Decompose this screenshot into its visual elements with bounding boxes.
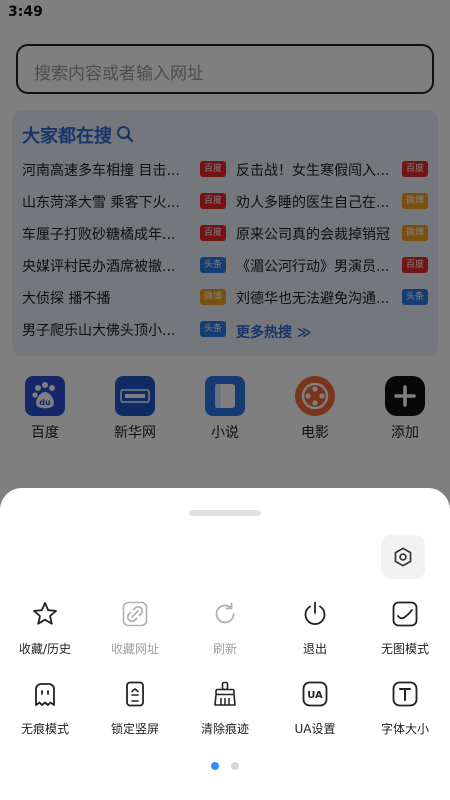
menu-label: UA设置 — [294, 722, 336, 736]
drag-handle[interactable] — [189, 510, 261, 516]
menu-bookmarks-history[interactable]: 收藏/历史 — [0, 600, 90, 662]
menu-ua-settings[interactable]: UA UA设置 — [270, 680, 360, 742]
menu-exit[interactable]: 退出 — [270, 600, 360, 662]
menu-incognito-mode[interactable]: 无痕模式 — [0, 680, 90, 742]
page-indicator-inactive[interactable] — [231, 762, 239, 770]
menu-label: 锁定竖屏 — [110, 722, 159, 736]
svg-text:UA: UA — [307, 690, 323, 701]
settings-button[interactable] — [381, 535, 425, 579]
broom-icon — [214, 681, 236, 706]
menu-clear-traces[interactable]: 清除痕迹 — [180, 680, 270, 742]
menu-label: 收藏/历史 — [18, 642, 72, 656]
power-icon — [304, 601, 326, 625]
menu-label: 收藏网址 — [110, 642, 159, 656]
menu-label: 退出 — [302, 642, 327, 656]
menu-font-size[interactable]: 字体大小 — [360, 680, 450, 742]
refresh-icon — [215, 602, 235, 624]
font-size-icon — [392, 681, 418, 707]
star-icon — [33, 602, 57, 625]
menu-label: 刷新 — [212, 642, 237, 656]
menu-label: 无图模式 — [380, 642, 429, 656]
link-icon — [122, 601, 148, 627]
menu-refresh[interactable]: 刷新 — [180, 600, 270, 662]
menu-no-image-mode[interactable]: 无图模式 — [360, 600, 450, 662]
ua-icon: UA — [302, 681, 328, 707]
menu-bookmark-url[interactable]: 收藏网址 — [90, 600, 180, 662]
page-indicator-active[interactable] — [211, 762, 219, 770]
menu-label: 字体大小 — [380, 722, 429, 736]
menu-label: 清除痕迹 — [200, 722, 249, 736]
bottom-sheet-menu: 收藏/历史 收藏网址 刷新 退出 无图模式 无痕模式 锁定竖屏 清除痕迹 UA … — [0, 488, 450, 800]
menu-label: 无痕模式 — [20, 722, 69, 736]
menu-lock-portrait[interactable]: 锁定竖屏 — [90, 680, 180, 742]
portrait-lock-icon — [126, 681, 144, 707]
gear-icon — [394, 547, 412, 567]
ghost-icon — [35, 683, 55, 706]
no-image-icon — [392, 601, 418, 627]
